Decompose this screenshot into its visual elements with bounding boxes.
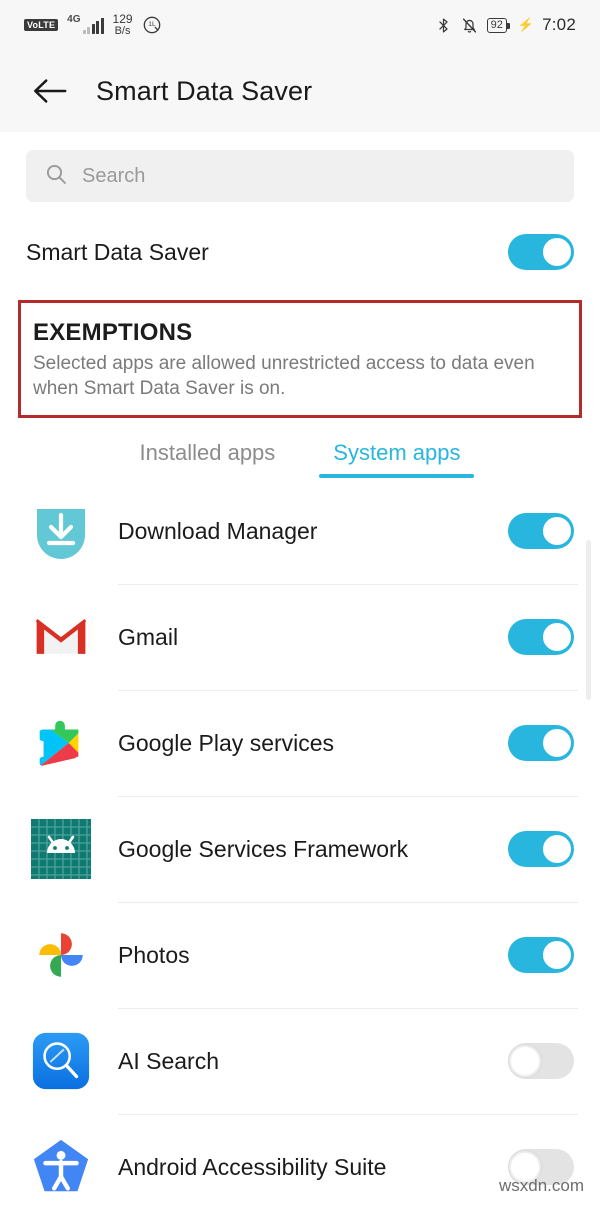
battery-indicator: 92: [486, 17, 511, 33]
exemptions-highlight-box: EXEMPTIONS Selected apps are allowed unr…: [18, 300, 582, 419]
app-toggle[interactable]: [508, 831, 574, 868]
app-name: Google Play services: [118, 729, 335, 756]
smart-data-saver-label: Smart Data Saver: [26, 238, 209, 265]
clock: 7:02: [542, 15, 576, 34]
search-section: [0, 132, 600, 202]
network-speed-unit: B/s: [114, 24, 131, 37]
android-accessibility-suite-icon: [26, 1132, 96, 1202]
tab-installed-apps[interactable]: Installed apps: [126, 432, 290, 478]
download-manager-icon: [26, 496, 96, 566]
ai-search-icon: [26, 1026, 96, 1096]
watermark: wsxdn.com: [498, 1176, 584, 1195]
app-name: Google Services Framework: [118, 835, 409, 862]
page-title: Smart Data Saver: [96, 75, 313, 106]
app-name: Download Manager: [118, 517, 318, 544]
gmail-icon: [26, 602, 96, 672]
toggle-knob: [541, 939, 573, 972]
data-saver-icon: 1L: [142, 15, 162, 35]
svg-text:1L: 1L: [148, 21, 156, 28]
list-item[interactable]: Photos: [0, 902, 600, 1008]
app-tabs: Installed apps System apps: [0, 432, 600, 479]
list-item[interactable]: Google Services Framework: [0, 796, 600, 902]
exemptions-section: EXEMPTIONS Selected apps are allowed unr…: [0, 300, 600, 419]
toggle-knob: [509, 1045, 541, 1078]
exemptions-description: Selected apps are allowed unrestricted a…: [33, 353, 535, 400]
smart-data-saver-row[interactable]: Smart Data Saver: [0, 210, 600, 294]
app-name: Gmail: [118, 623, 179, 650]
status-bar: VoLTE 4G 129 B/s 1L 92 ⚡ 7:02: [0, 0, 600, 50]
app-toggle[interactable]: [508, 937, 574, 974]
bell-muted-icon: [460, 16, 479, 35]
status-bar-right: 92 ⚡ 7:02: [435, 15, 576, 35]
bluetooth-icon: [435, 16, 452, 35]
network-speed-indicator: 129 B/s: [113, 13, 133, 37]
toggle-knob: [541, 621, 573, 654]
toggle-knob: [541, 833, 573, 866]
list-item[interactable]: Download Manager: [0, 478, 600, 584]
toggle-knob: [541, 236, 573, 268]
toggle-knob: [541, 727, 573, 760]
charging-bolt-icon: ⚡: [517, 17, 535, 32]
google-services-framework-icon: [26, 814, 96, 884]
app-name: AI Search: [118, 1047, 219, 1074]
list-item[interactable]: Google Play services: [0, 690, 600, 796]
network-type-label: 4G: [67, 14, 81, 26]
google-play-services-icon: [26, 708, 96, 778]
google-photos-icon: [26, 920, 96, 990]
toggle-knob: [541, 515, 573, 548]
tab-system-apps[interactable]: System apps: [319, 432, 475, 479]
app-name: Photos: [118, 941, 190, 968]
search-icon: [44, 162, 68, 191]
list-scrollbar[interactable]: [586, 540, 591, 701]
list-item[interactable]: Android Accessibility Suite: [0, 1114, 600, 1220]
signal-bars-icon: 4G: [67, 14, 104, 35]
app-toggle[interactable]: [508, 725, 574, 762]
search-input[interactable]: [82, 164, 556, 188]
app-list: Download Manager Gmail Google Play servi…: [0, 478, 600, 1220]
app-bar: Smart Data Saver: [0, 50, 600, 132]
exemptions-heading: EXEMPTIONS: [33, 319, 193, 346]
app-toggle[interactable]: [508, 1043, 574, 1080]
smart-data-saver-toggle[interactable]: [508, 234, 574, 270]
app-name: Android Accessibility Suite: [118, 1153, 387, 1180]
signal-bars-glyph: [82, 18, 104, 35]
settings-content: Smart Data Saver EXEMPTIONS Selected app…: [0, 132, 600, 1220]
network-speed-value: 129: [112, 11, 133, 26]
app-toggle[interactable]: [508, 513, 574, 550]
list-item[interactable]: AI Search: [0, 1008, 600, 1114]
app-toggle[interactable]: [508, 619, 574, 656]
back-arrow-icon[interactable]: [26, 67, 74, 115]
search-box[interactable]: [26, 150, 574, 202]
volte-icon: VoLTE: [24, 18, 59, 31]
status-bar-left: VoLTE 4G 129 B/s 1L: [24, 13, 162, 37]
list-item[interactable]: Gmail: [0, 584, 600, 690]
